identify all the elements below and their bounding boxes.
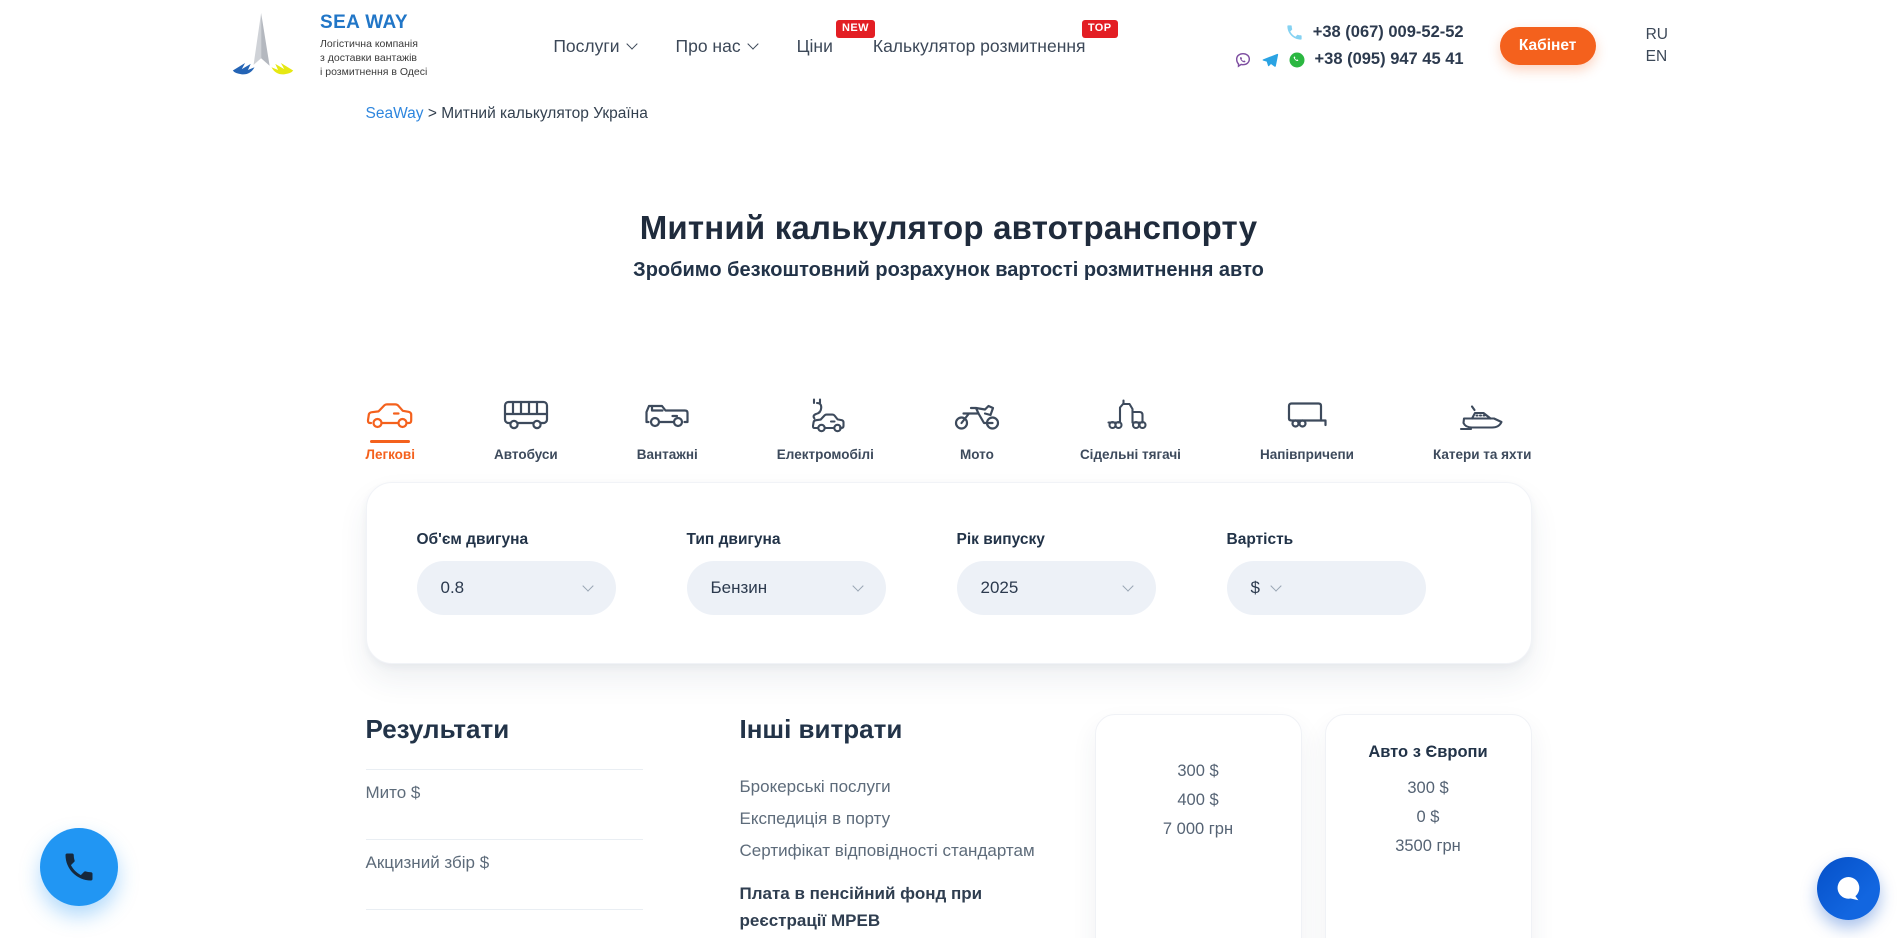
trailer-icon — [1283, 392, 1331, 434]
bottom-section: Результати Мито $ Акцизний збір $ Інші в… — [366, 714, 1532, 938]
chevron-down-icon — [626, 38, 637, 49]
tab-electric-cars[interactable]: Електромобілі — [777, 392, 874, 462]
breadcrumb: SeaWay > Митний калькулятор Україна — [366, 105, 1532, 123]
telegram-icon[interactable] — [1261, 51, 1279, 69]
chevron-down-icon — [1122, 580, 1133, 591]
cost-input[interactable]: $ — [1227, 561, 1426, 615]
chevron-down-icon — [852, 580, 863, 591]
truck-icon — [643, 392, 691, 434]
other-costs-section: Інші витрати Брокерські послуги Експедиц… — [740, 714, 1052, 934]
whatsapp-icon[interactable] — [1288, 51, 1306, 69]
nav-item-about[interactable]: Про нас — [676, 36, 757, 57]
chat-bubble-icon — [1833, 873, 1865, 905]
tab-semi-trucks[interactable]: Сідельні тягачі — [1080, 392, 1181, 462]
phone-fab-icon — [61, 849, 97, 885]
field-engine-volume: Об'єм двигуна 0.8 — [417, 531, 616, 615]
price-value: 300 $ — [1096, 757, 1301, 786]
field-year: Рік випуску 2025 — [957, 531, 1156, 615]
price-card-generic: 300 $ 400 $ 7 000 грн — [1095, 714, 1302, 938]
tab-semi-trailers[interactable]: Напівпричепи — [1260, 392, 1354, 462]
tab-moto[interactable]: Мото — [953, 392, 1001, 462]
engine-volume-select[interactable]: 0.8 — [417, 561, 616, 615]
price-card-title: Авто з Європи — [1326, 743, 1531, 762]
electric-car-icon — [801, 392, 849, 434]
price-value: 400 $ — [1096, 786, 1301, 815]
chevron-down-icon — [1270, 580, 1281, 591]
phone-icon — [1285, 23, 1304, 42]
chevron-down-icon — [747, 38, 758, 49]
field-engine-type: Тип двигуна Бензин — [687, 531, 886, 615]
new-badge: NEW — [836, 20, 875, 38]
price-value: 7 000 грн — [1096, 815, 1301, 844]
breadcrumb-separator: > — [428, 105, 437, 122]
phone-secondary-row: +38 (095) 947 45 41 — [1234, 50, 1464, 69]
main-nav: Послуги Про нас Ціни NEW Калькулятор роз… — [553, 36, 1085, 57]
result-row-excise: Акцизний збір $ — [366, 839, 643, 909]
other-cost-item: Сертифікат відповідності стандартам — [740, 835, 1052, 867]
price-cards: 300 $ 400 $ 7 000 грн Авто з Європи 300 … — [1095, 714, 1532, 938]
active-tab-underline — [370, 440, 410, 443]
page: SEA WAY Логістична компанія з доставки в… — [0, 0, 1897, 938]
price-value: 0 $ — [1326, 803, 1531, 832]
year-select[interactable]: 2025 — [957, 561, 1156, 615]
nav-item-customs-calculator[interactable]: Калькулятор розмитнення TOP — [873, 36, 1086, 57]
nav-item-prices[interactable]: Ціни NEW — [797, 36, 833, 57]
nav-item-services[interactable]: Послуги — [553, 36, 635, 57]
price-card-europe: Авто з Європи 300 $ 0 $ 3500 грн — [1325, 714, 1532, 938]
breadcrumb-home-link[interactable]: SeaWay — [366, 105, 424, 122]
engine-type-select[interactable]: Бензин — [687, 561, 886, 615]
logo[interactable]: SEA WAY Логістична компанія з доставки в… — [230, 10, 427, 82]
phone-number-primary[interactable]: +38 (067) 009-52-52 — [1313, 23, 1464, 42]
header-contacts: +38 (067) 009-52-52 +38 (095) 947 45 41 — [1234, 23, 1464, 69]
phone-primary-row: +38 (067) 009-52-52 — [1285, 23, 1464, 42]
bus-icon — [502, 392, 550, 434]
breadcrumb-current: Митний калькулятор Україна — [441, 105, 648, 122]
tab-trucks[interactable]: Вантажні — [637, 392, 698, 462]
other-cost-item: Експедиція в порту — [740, 803, 1052, 835]
yacht-icon — [1458, 392, 1506, 434]
logo-title: SEA WAY — [320, 12, 427, 34]
car-icon — [366, 392, 414, 434]
hero: Митний калькулятор автотранспорту Зробим… — [0, 209, 1897, 282]
price-value: 3500 грн — [1326, 832, 1531, 861]
results-title: Результати — [366, 714, 643, 745]
chevron-down-icon — [582, 580, 593, 591]
page-title: Митний калькулятор автотранспорту — [0, 209, 1897, 247]
viber-icon[interactable] — [1234, 51, 1252, 69]
chat-widget-fab[interactable] — [1817, 857, 1880, 920]
lang-ru[interactable]: RU — [1646, 26, 1668, 44]
result-row-duty: Мито $ — [366, 769, 643, 839]
tab-buses[interactable]: Автобуси — [494, 392, 558, 462]
currency-symbol[interactable]: $ — [1251, 578, 1260, 598]
seaway-logo-icon — [230, 10, 296, 82]
other-cost-item-pension-fund: Плата в пенсійний фонд при реєстрації МР… — [740, 880, 1008, 934]
other-cost-item: Брокерські послуги — [740, 771, 1052, 803]
price-value: 300 $ — [1326, 774, 1531, 803]
cabinet-button[interactable]: Кабінет — [1500, 27, 1596, 65]
field-cost: Вартість $ — [1227, 531, 1426, 615]
phone-number-secondary[interactable]: +38 (095) 947 45 41 — [1315, 50, 1464, 69]
motorcycle-icon — [953, 392, 1001, 434]
other-costs-title: Інші витрати — [740, 714, 1052, 745]
page-subtitle: Зробимо безкоштовний розрахунок вартості… — [0, 259, 1897, 282]
lang-en[interactable]: EN — [1646, 48, 1668, 66]
results-section: Результати Мито $ Акцизний збір $ — [366, 714, 643, 910]
semi-truck-icon — [1106, 392, 1154, 434]
tab-boats-yachts[interactable]: Катери та яхти — [1433, 392, 1532, 462]
logo-tagline: Логістична компанія з доставки вантажів … — [320, 38, 427, 80]
tab-cars[interactable]: Легкові — [366, 392, 415, 462]
language-switcher: RU EN — [1646, 26, 1668, 66]
top-badge: TOP — [1082, 20, 1118, 38]
phone-call-fab[interactable] — [40, 828, 118, 906]
calculator-form-card: Об'єм двигуна 0.8 Тип двигуна Бензин Рік… — [366, 482, 1532, 664]
vehicle-type-tabs: Легкові Автобуси — [366, 392, 1532, 462]
header: SEA WAY Логістична компанія з доставки в… — [0, 0, 1897, 92]
